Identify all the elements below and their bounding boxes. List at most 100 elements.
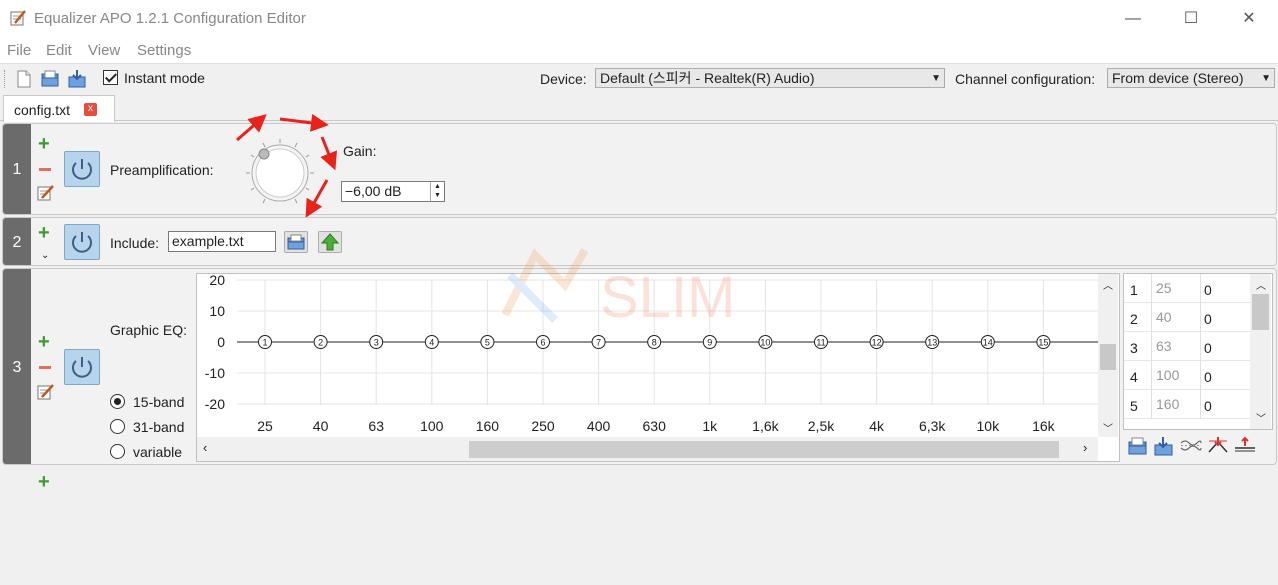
radio-31-band[interactable] (110, 419, 125, 434)
tab-bar: config.txt x (0, 93, 1278, 122)
power-toggle-button[interactable] (64, 224, 100, 260)
band-table-scrollbar[interactable]: ︿ ﹀ (1250, 274, 1271, 429)
scroll-thumb[interactable] (469, 441, 1059, 458)
spin-buttons[interactable]: ▲ ▼ (430, 182, 444, 201)
band-index: 5 (1130, 398, 1138, 414)
reset-response-icon[interactable] (1234, 436, 1256, 456)
table-row[interactable]: 2 40 0 (1124, 303, 1252, 332)
band-gain[interactable]: 0 (1204, 282, 1212, 298)
band-frequency[interactable]: 40 (1151, 303, 1201, 332)
instant-mode-checkbox[interactable] (103, 70, 118, 85)
table-row[interactable]: 1 25 0 (1124, 274, 1252, 303)
minimize-button[interactable]: — (1104, 0, 1162, 38)
eq-vertical-scrollbar[interactable]: ︿ ﹀ (1098, 274, 1118, 437)
x-tick-label: 630 (643, 418, 667, 434)
table-row[interactable]: 4 100 0 (1124, 361, 1252, 390)
band-gain[interactable]: 0 (1204, 340, 1212, 356)
x-tick-label: 1k (702, 418, 718, 434)
arrow-up-icon (320, 233, 340, 251)
menu-view[interactable]: View (88, 42, 120, 59)
band-gain[interactable]: 0 (1204, 369, 1212, 385)
normalize-icon[interactable] (1207, 436, 1229, 456)
scroll-thumb[interactable] (1252, 294, 1269, 330)
band-gain[interactable]: 0 (1204, 311, 1212, 327)
open-folder-icon (287, 234, 305, 250)
scroll-right-icon[interactable]: › (1083, 440, 1087, 455)
band-frequency[interactable]: 160 (1151, 390, 1201, 419)
eq-horizontal-scrollbar[interactable]: ‹ › (197, 437, 1098, 461)
add-filter-icon[interactable]: + (38, 332, 50, 352)
chevron-down-icon: ▼ (931, 73, 941, 84)
remove-filter-icon[interactable] (39, 168, 51, 171)
band-frequency[interactable]: 63 (1151, 332, 1201, 361)
invert-response-icon[interactable] (1180, 436, 1202, 456)
browse-file-button[interactable] (284, 231, 308, 253)
edit-icon[interactable] (37, 383, 55, 401)
title-bar: Equalizer APO 1.2.1 Configuration Editor… (0, 0, 1278, 38)
eq-band-node-label: 9 (707, 338, 712, 348)
open-folder-icon[interactable] (40, 69, 60, 89)
band-frequency[interactable]: 100 (1151, 361, 1201, 390)
rotate-annotation-arrows-icon (236, 113, 338, 217)
menu-bar: File Edit View Settings (0, 38, 1278, 63)
tab-close-icon[interactable]: x (84, 103, 97, 116)
eq-band-node-label: 4 (429, 338, 434, 348)
device-label: Device: (540, 71, 587, 87)
radio-31-band-label: 31-band (133, 419, 185, 435)
channel-config-select[interactable]: From device (Stereo) ▼ (1107, 68, 1275, 88)
y-tick-label: 10 (209, 303, 225, 319)
scroll-thumb[interactable] (1100, 344, 1116, 370)
eq-band-node-label: 2 (318, 338, 323, 348)
x-tick-label: 2,5k (808, 418, 835, 434)
y-tick-label: -20 (205, 396, 225, 412)
menu-edit[interactable]: Edit (46, 42, 72, 59)
power-toggle-button[interactable] (64, 349, 100, 385)
band-index: 2 (1130, 311, 1138, 327)
x-tick-label: 100 (420, 418, 444, 434)
save-icon[interactable] (67, 69, 87, 89)
import-icon[interactable] (1127, 436, 1149, 456)
table-row[interactable]: 3 63 0 (1124, 332, 1252, 361)
table-row[interactable]: 5 160 0 (1124, 390, 1252, 419)
x-tick-label: 160 (476, 418, 500, 434)
edit-icon[interactable] (37, 184, 55, 202)
export-icon[interactable] (1153, 436, 1175, 456)
menu-file[interactable]: File (7, 42, 31, 59)
close-button[interactable]: ✕ (1220, 0, 1278, 38)
toolbar-grip[interactable] (4, 70, 7, 88)
expand-chevron-icon[interactable]: ⌄ (41, 250, 49, 261)
add-filter-icon[interactable]: + (38, 134, 50, 154)
scroll-up-icon[interactable]: ︿ (1103, 277, 1113, 292)
scroll-down-icon[interactable]: ﹀ (1256, 410, 1266, 425)
add-filter-icon[interactable]: + (38, 223, 50, 243)
new-file-icon[interactable] (14, 69, 34, 89)
band-gain[interactable]: 0 (1204, 398, 1212, 414)
eq-band-node-label: 14 (983, 338, 993, 348)
remove-filter-icon[interactable] (39, 366, 51, 369)
toolbar: Instant mode Device: Default (스피커 - Real… (0, 63, 1278, 93)
gain-spinbox[interactable]: −6,00 dB ▲ ▼ (341, 181, 445, 202)
y-tick-label: 0 (217, 334, 225, 350)
power-toggle-button[interactable] (64, 151, 100, 187)
x-tick-label: 40 (313, 418, 329, 434)
radio-15-band[interactable] (110, 394, 125, 409)
x-tick-label: 250 (531, 418, 555, 434)
device-select[interactable]: Default (스피커 - Realtek(R) Audio) ▼ (595, 68, 945, 88)
open-include-button[interactable] (318, 231, 342, 253)
menu-settings[interactable]: Settings (137, 42, 191, 59)
scroll-down-icon[interactable]: ﹀ (1103, 420, 1113, 435)
band-frequency[interactable]: 25 (1151, 274, 1201, 303)
eq-band-node-label: 1 (262, 338, 267, 348)
row-number: 3 (3, 269, 31, 464)
band-index: 4 (1130, 369, 1138, 385)
scroll-up-icon[interactable]: ︿ (1256, 277, 1266, 292)
eq-graph[interactable]: 20100-10-2025 40 63 100 160 250 400 630 1k 1,6k 2,… (197, 274, 1098, 437)
add-filter-icon[interactable]: + (38, 472, 50, 492)
tab-config[interactable]: config.txt x (3, 95, 115, 122)
scroll-left-icon[interactable]: ‹ (203, 440, 207, 455)
maximize-button[interactable]: ☐ (1162, 0, 1220, 38)
eq-band-node-label: 7 (596, 338, 601, 348)
radio-variable[interactable] (110, 444, 125, 459)
include-label: Include: (110, 235, 160, 251)
include-file-input[interactable]: example.txt (168, 231, 276, 252)
